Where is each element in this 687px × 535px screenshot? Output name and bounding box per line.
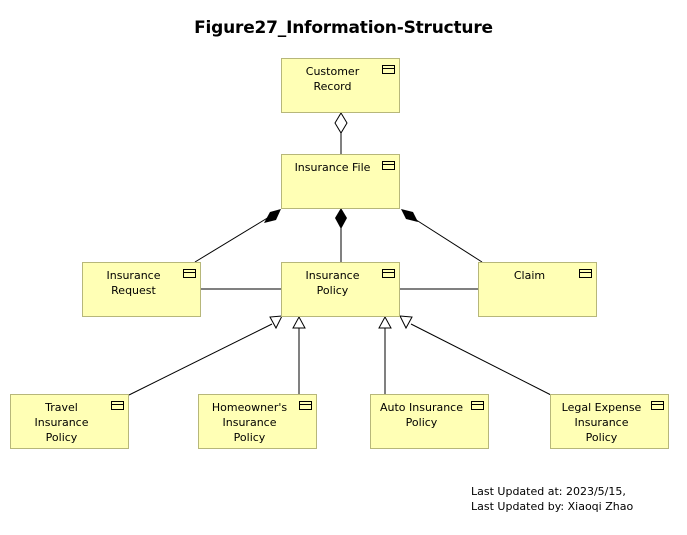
node-label: Travel Insurance Policy [34, 401, 89, 444]
node-travel-insurance-policy[interactable]: Travel Insurance Policy [10, 394, 129, 449]
business-object-icon [382, 65, 395, 74]
specialization-arrow-icon [378, 315, 392, 329]
business-object-icon [651, 401, 664, 410]
business-object-icon [183, 269, 196, 278]
node-insurance-file[interactable]: Insurance File [281, 154, 400, 209]
composition-edge-request[interactable] [194, 209, 281, 263]
business-object-icon [299, 401, 312, 410]
business-object-icon [111, 401, 124, 410]
composition-diamond-icon [264, 209, 281, 223]
last-updated-by: Last Updated by: Xiaoqi Zhao [471, 500, 634, 513]
business-object-icon [382, 161, 395, 170]
specialization-edge-homeowner[interactable] [292, 315, 306, 395]
last-updated-at: Last Updated at: 2023/5/15, [471, 485, 626, 498]
node-customer-record[interactable]: Customer Record [281, 58, 400, 113]
specialization-arrow-icon [269, 315, 283, 330]
node-claim[interactable]: Claim [478, 262, 597, 317]
node-label: Customer Record [305, 65, 360, 93]
business-object-icon [471, 401, 484, 410]
node-label: Claim [513, 269, 546, 282]
specialization-edge-travel[interactable] [128, 315, 283, 396]
node-insurance-policy[interactable]: Insurance Policy [281, 262, 400, 317]
node-legal-expense-insurance-policy[interactable]: Legal Expense Insurance Policy [550, 394, 669, 449]
specialization-arrow-icon [399, 315, 413, 330]
node-label: Insurance Request [106, 269, 161, 297]
composition-edge-policy[interactable] [335, 208, 347, 262]
business-object-icon [579, 269, 592, 278]
node-auto-insurance-policy[interactable]: Auto Insurance Policy [370, 394, 489, 449]
specialization-edge-legal[interactable] [399, 315, 552, 396]
specialization-arrow-icon [292, 315, 306, 329]
node-insurance-request[interactable]: Insurance Request [82, 262, 201, 317]
footer-info: Last Updated at: 2023/5/15, Last Updated… [471, 484, 633, 514]
node-label: Homeowner's Insurance Policy [211, 401, 288, 444]
business-object-icon [382, 269, 395, 278]
aggregation-edge[interactable] [334, 112, 348, 154]
composition-diamond-icon [335, 208, 347, 229]
node-label: Insurance File [294, 161, 371, 174]
specialization-edge-auto[interactable] [378, 315, 392, 395]
aggregation-diamond-icon [334, 112, 348, 134]
composition-diamond-icon [401, 209, 418, 222]
node-label: Insurance Policy [305, 269, 360, 297]
node-homeowners-insurance-policy[interactable]: Homeowner's Insurance Policy [198, 394, 317, 449]
node-label: Auto Insurance Policy [379, 401, 463, 429]
composition-edge-claim[interactable] [401, 209, 483, 263]
node-label: Legal Expense Insurance Policy [561, 401, 642, 444]
